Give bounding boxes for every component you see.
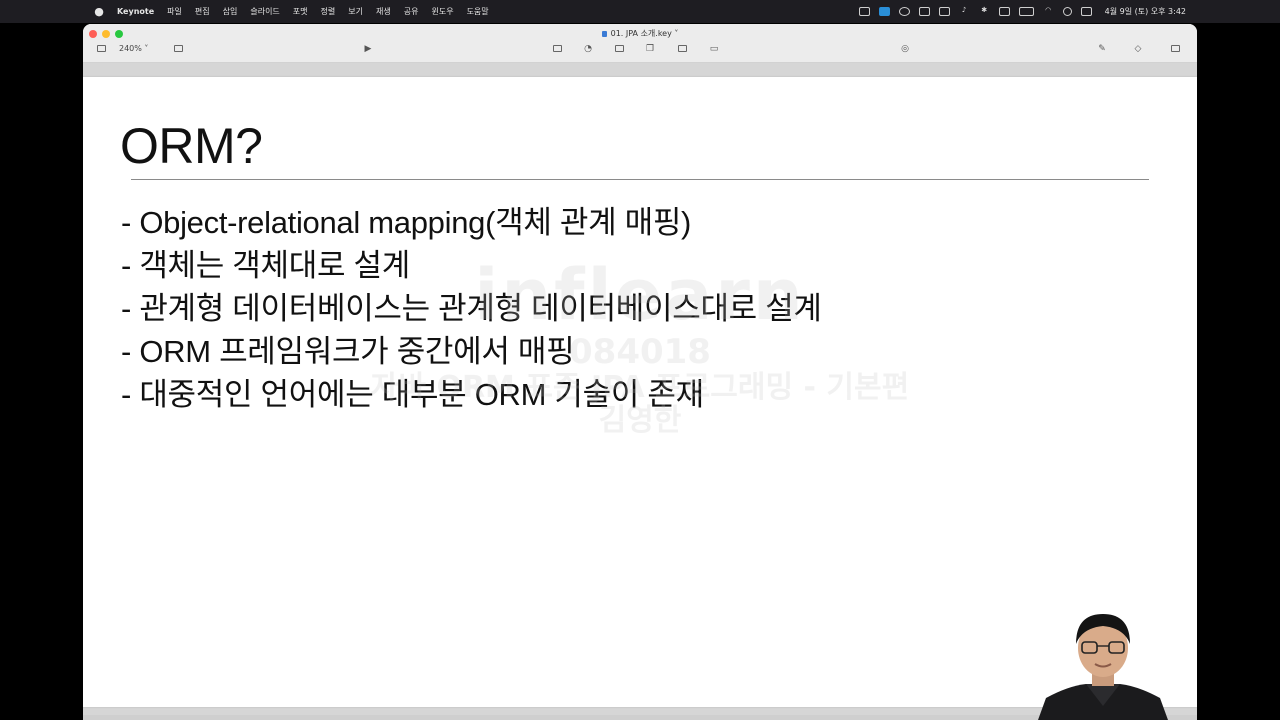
menu-share[interactable]: 공유 <box>404 6 419 17</box>
bullet-item[interactable]: - Object-relational mapping(객체 관계 매핑) <box>121 201 822 244</box>
slide-canvas[interactable]: ORM? - Object-relational mapping(객체 관계 매… <box>83 63 1197 720</box>
menu-slide[interactable]: 슬라이드 <box>250 6 279 17</box>
presenter-image <box>1038 614 1168 720</box>
apple-menu-icon[interactable]: ● <box>92 5 106 18</box>
volume-icon[interactable]: ♪ <box>959 7 970 16</box>
bluetooth-icon[interactable]: ✱ <box>979 7 990 16</box>
presenter-webcam <box>1038 606 1168 720</box>
canvas-bottom-edge <box>83 715 1197 720</box>
menu-edit[interactable]: 편집 <box>195 6 210 17</box>
clock[interactable]: 4월 9일 (토) 오후 3:42 <box>1105 6 1186 17</box>
menu-view[interactable]: 보기 <box>348 6 363 17</box>
comment-icon[interactable]: ▭ <box>708 44 720 54</box>
slide[interactable]: ORM? - Object-relational mapping(객체 관계 매… <box>83 77 1197 707</box>
title-divider <box>131 179 1149 180</box>
watermark-course: 자바 ORM 표준 JPA 프로그래밍 - 기본편 <box>370 370 910 406</box>
menu-format[interactable]: 포맷 <box>293 6 308 17</box>
table-icon[interactable] <box>551 44 563 54</box>
status-area: ♪ ✱ ◠ 4월 9일 (토) 오후 3:42 <box>858 0 1186 23</box>
menu-arrange[interactable]: 정렬 <box>321 6 336 17</box>
watermark-author: 김영한 <box>598 403 682 439</box>
media-icon[interactable] <box>676 44 688 54</box>
sidebar-toggle-icon[interactable] <box>95 44 107 54</box>
search-icon[interactable] <box>1062 7 1072 16</box>
document-title: 01. JPA 소개.key <box>610 29 672 38</box>
battery-icon[interactable] <box>1018 7 1034 16</box>
zoom-value: 240% <box>119 44 142 53</box>
shape-icon[interactable]: ❐ <box>644 44 656 54</box>
globe-icon[interactable] <box>898 7 910 16</box>
screen-record-icon[interactable] <box>858 7 870 16</box>
text-icon[interactable] <box>613 44 625 54</box>
format-brush-icon[interactable]: ✎ <box>1096 44 1108 54</box>
chevron-down-icon: ˅ <box>671 29 679 38</box>
collaborate-icon[interactable]: ◎ <box>899 44 911 54</box>
document-icon <box>601 30 607 37</box>
triangle-app-icon[interactable] <box>918 7 930 16</box>
document-panel-icon[interactable] <box>1169 44 1181 54</box>
menu-play[interactable]: 재생 <box>376 6 391 17</box>
zoom-select[interactable]: 240% ˅ <box>119 44 148 53</box>
document-title-bar[interactable]: 01. JPA 소개.key ˅ <box>83 28 1197 39</box>
menu-file[interactable]: 파일 <box>167 6 182 17</box>
wifi-icon[interactable]: ◠ <box>1043 7 1054 16</box>
menu-app-keynote[interactable]: Keynote <box>117 7 154 16</box>
input-source-icon[interactable] <box>998 7 1010 16</box>
toolbar: 01. JPA 소개.key ˅ 240% ˅ ▶ ◔ ❐ ▭ ◎ ✎ ◇ <box>83 24 1197 63</box>
menu-bar: ● Keynote 파일 편집 삽입 슬라이드 포맷 정렬 보기 재생 공유 윈… <box>0 0 1280 23</box>
menu-insert[interactable]: 삽입 <box>223 6 238 17</box>
grid-app-icon[interactable] <box>938 7 950 16</box>
chart-icon[interactable]: ◔ <box>582 44 594 54</box>
watermark-logo: inflearn <box>474 254 806 336</box>
watermark: inflearn 084018 자바 ORM 표준 JPA 프로그래밍 - 기본… <box>360 254 920 439</box>
play-icon[interactable]: ▶ <box>362 44 374 54</box>
animate-icon[interactable]: ◇ <box>1132 44 1144 54</box>
watermark-id: 084018 <box>569 332 711 372</box>
menu-window[interactable]: 윈도우 <box>431 6 453 17</box>
app-status-icon[interactable] <box>878 7 890 16</box>
keynote-window: 01. JPA 소개.key ˅ 240% ˅ ▶ ◔ ❐ ▭ ◎ ✎ ◇ OR… <box>83 24 1197 720</box>
menu-help[interactable]: 도움말 <box>467 6 489 17</box>
add-slide-icon[interactable] <box>172 44 184 54</box>
slide-title[interactable]: ORM? <box>120 117 263 175</box>
control-center-icon[interactable] <box>1080 7 1092 16</box>
